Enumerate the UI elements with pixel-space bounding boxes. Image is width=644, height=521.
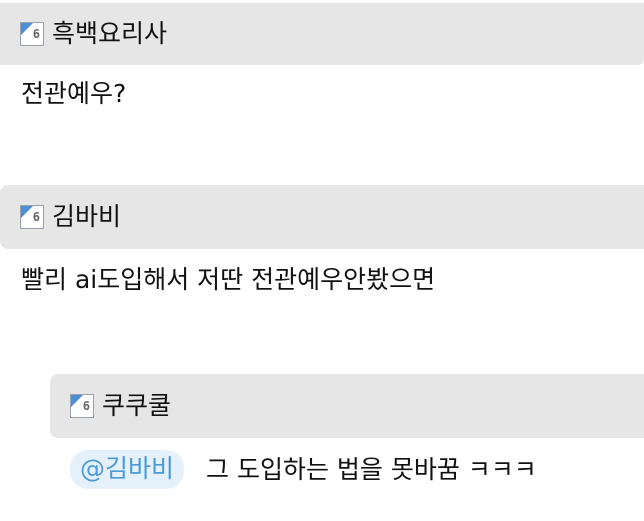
mention-tag[interactable]: @김바비 [70,450,185,489]
badge-number: 6 [82,399,90,413]
comment-text: 빨리 ai도입해서 저딴 전관예우안봤으면 [21,265,436,294]
level-badge-icon: 6 [20,22,44,46]
level-badge-icon: 6 [20,205,44,229]
reply-author[interactable]: 쿠쿠쿨 [102,391,171,421]
badge-number: 6 [32,27,40,41]
comment-text: 전관예우? [21,79,127,108]
reply-text: 그 도입하는 법을 못바꿈 ㅋㅋㅋ [206,454,537,484]
badge-fold-icon [71,395,83,407]
badge-fold-icon [21,23,33,35]
comment-author[interactable]: 흑백요리사 [52,19,167,49]
reply-body: @김바비 그 도입하는 법을 못바꿈 ㅋㅋㅋ [70,450,537,489]
level-badge-icon: 6 [70,394,94,418]
comment-header-1: 6 흑백요리사 [0,3,644,65]
badge-number: 6 [32,210,40,224]
reply-header: 6 쿠쿠쿨 [50,374,644,438]
comment-author[interactable]: 김바비 [52,202,121,232]
badge-fold-icon [21,206,33,218]
comment-header-2: 6 김바비 [0,185,644,249]
